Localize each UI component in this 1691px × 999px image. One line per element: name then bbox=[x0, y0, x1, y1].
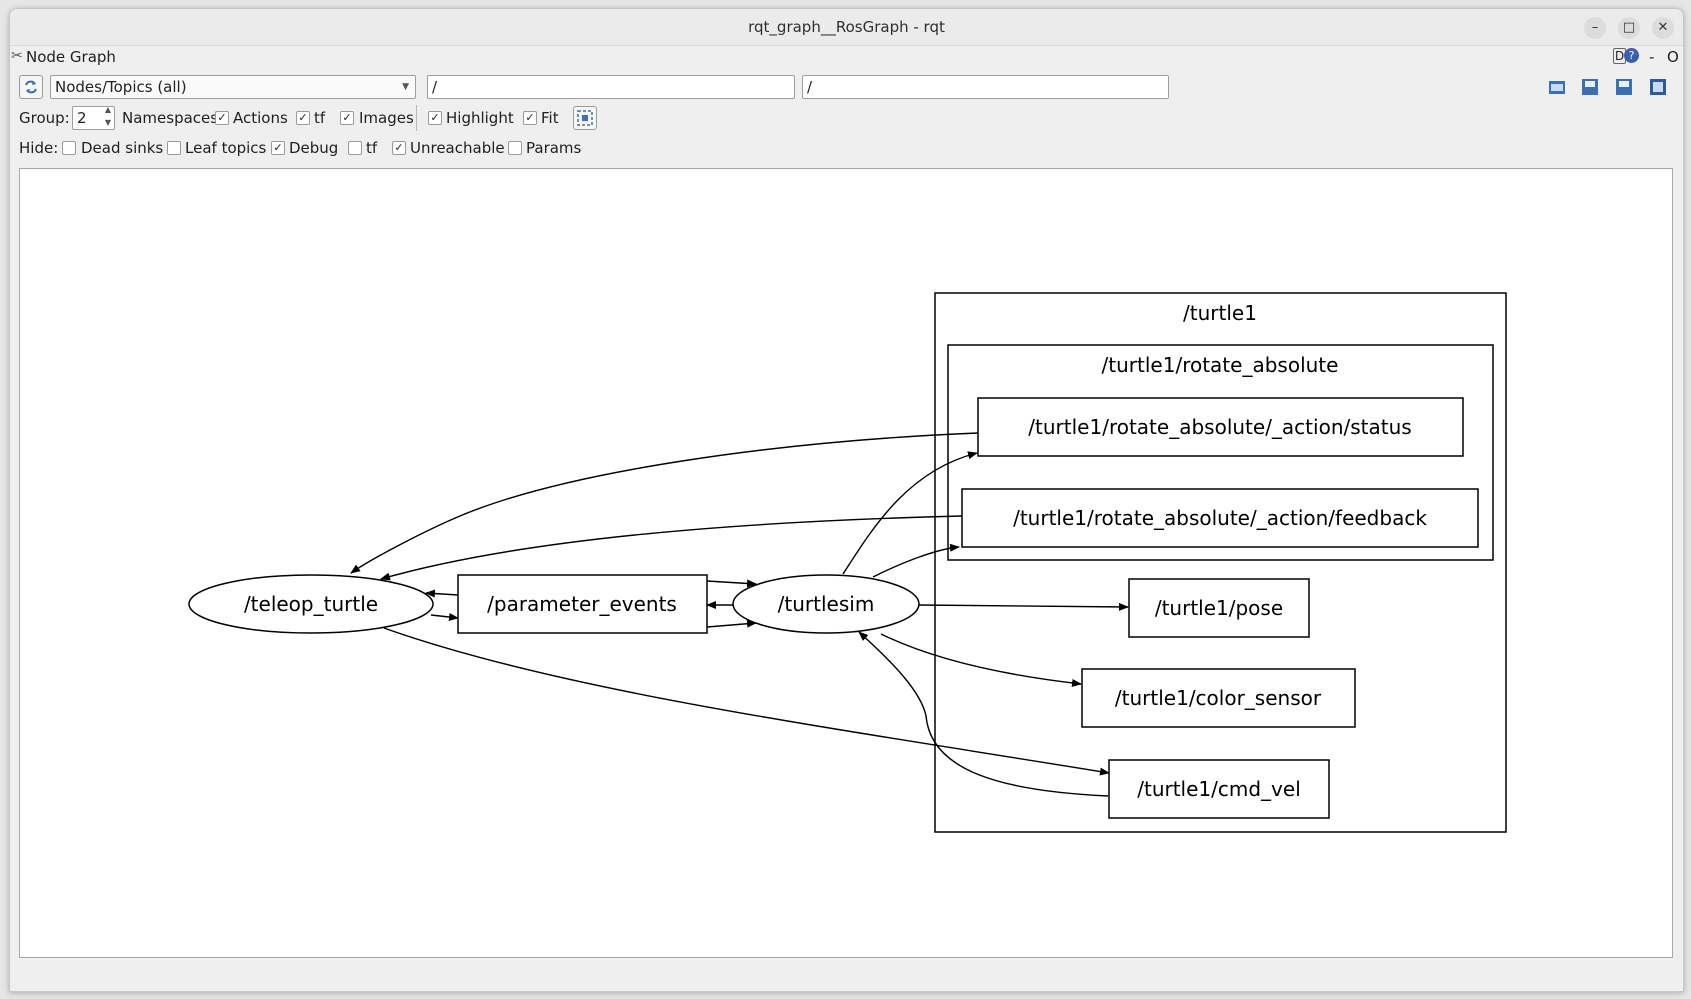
close-plugin-button[interactable]: O bbox=[1667, 48, 1679, 66]
cluster-rotate-absolute-label: /turtle1/rotate_absolute bbox=[1102, 353, 1339, 377]
unreachable-label: Unreachable bbox=[410, 139, 505, 157]
graph-mode-value: Nodes/Topics (all) bbox=[55, 78, 187, 96]
hide-options-row: Hide: Dead sinks Leaf topics ✓ Debug tf … bbox=[10, 136, 1683, 160]
highlight-checkbox[interactable]: ✓ bbox=[428, 111, 442, 125]
edge-status-to-teleop bbox=[350, 432, 979, 574]
debug-checkbox[interactable]: ✓ bbox=[271, 141, 285, 155]
rqt-window: rqt_graph__RosGraph - rqt – □ ✕ ✂ Node G… bbox=[9, 8, 1684, 992]
params-label: Params bbox=[526, 139, 582, 157]
hide-label: Hide: bbox=[19, 139, 59, 157]
refresh-icon bbox=[25, 80, 37, 94]
cluster-turtle1-label: /turtle1 bbox=[1183, 301, 1257, 325]
leaf-topics-checkbox[interactable] bbox=[167, 141, 181, 155]
topic-parameter-events-label: /parameter_events bbox=[487, 592, 677, 616]
topic-action-feedback[interactable]: /turtle1/rotate_absolute/_action/feedbac… bbox=[961, 488, 1479, 548]
edge-feedback-to-teleop bbox=[380, 515, 963, 581]
edge-teleop-to-params bbox=[430, 613, 459, 621]
hide-tf-checkbox[interactable] bbox=[348, 141, 362, 155]
fit-view-icon bbox=[577, 110, 593, 126]
edge-cmd-vel-to-turtlesim bbox=[858, 631, 1109, 797]
help-icon[interactable]: ? bbox=[1624, 48, 1639, 63]
filter-toolbar: Nodes/Topics (all) ▼ / / bbox=[10, 71, 1683, 101]
node-turtlesim[interactable]: /turtlesim bbox=[732, 574, 920, 634]
edge-turtlesim-to-feedback bbox=[872, 543, 960, 578]
topic-color-sensor-label: /turtle1/color_sensor bbox=[1115, 686, 1322, 710]
node-teleop-turtle[interactable]: /teleop_turtle bbox=[188, 574, 434, 634]
topic-action-status[interactable]: /turtle1/rotate_absolute/_action/status bbox=[977, 397, 1464, 457]
topic-filter-input[interactable]: / bbox=[802, 75, 1169, 99]
node-teleop-turtle-label: /teleop_turtle bbox=[244, 592, 378, 616]
edge-params-to-turtlesim-top bbox=[706, 579, 757, 588]
title-bar[interactable]: rqt_graph__RosGraph - rqt – □ ✕ bbox=[10, 9, 1683, 46]
dead-sinks-label: Dead sinks bbox=[81, 139, 164, 157]
minimize-plugin-button[interactable]: - bbox=[1649, 48, 1654, 66]
save-image-icon bbox=[1650, 79, 1666, 95]
tf-checkbox[interactable]: ✓ bbox=[296, 111, 310, 125]
edge-params-to-turtlesim-bottom bbox=[706, 619, 757, 628]
topic-color-sensor[interactable]: /turtle1/color_sensor bbox=[1081, 668, 1356, 728]
highlight-label: Highlight bbox=[446, 109, 514, 127]
topic-action-feedback-label: /turtle1/rotate_absolute/_action/feedbac… bbox=[1013, 506, 1427, 530]
ros-graph: /turtle1 /turtle1/rotate_absolute /teleo… bbox=[188, 292, 1507, 833]
actions-checkbox[interactable]: ✓ bbox=[215, 111, 229, 125]
close-icon[interactable]: ✕ bbox=[1652, 17, 1674, 39]
hide-tf-label: tf bbox=[366, 139, 378, 157]
save-dot-button[interactable] bbox=[1578, 75, 1602, 99]
edge-turtlesim-to-pose bbox=[918, 602, 1129, 611]
leaf-topics-label: Leaf topics bbox=[185, 139, 267, 157]
spin-arrows-icon[interactable]: ▲ ▼ bbox=[105, 103, 111, 129]
params-checkbox[interactable] bbox=[508, 141, 522, 155]
save-image-button[interactable] bbox=[1646, 75, 1670, 99]
refresh-button[interactable] bbox=[19, 75, 43, 99]
fit-checkbox[interactable]: ✓ bbox=[523, 111, 537, 125]
edge-teleop-to-cmd-vel bbox=[383, 627, 1110, 776]
node-filter-input[interactable]: / bbox=[427, 75, 795, 99]
fit-label: Fit bbox=[541, 109, 559, 127]
dead-sinks-checkbox[interactable] bbox=[62, 141, 76, 155]
topic-pose[interactable]: /turtle1/pose bbox=[1128, 578, 1310, 638]
debug-label: Debug bbox=[289, 139, 339, 157]
group-value: 2 bbox=[77, 109, 87, 127]
load-dot-button[interactable] bbox=[1545, 75, 1569, 99]
plugin-header: ✂ Node Graph D ? - O bbox=[10, 47, 1683, 69]
scissors-icon: ✂ bbox=[11, 48, 23, 64]
save-dot-icon bbox=[1582, 79, 1598, 95]
images-label: Images bbox=[359, 109, 414, 127]
open-file-icon bbox=[1549, 81, 1565, 94]
topic-parameter-events[interactable]: /parameter_events bbox=[457, 574, 708, 634]
actions-label: Actions bbox=[233, 109, 288, 127]
unreachable-checkbox[interactable]: ✓ bbox=[392, 141, 406, 155]
node-turtlesim-label: /turtlesim bbox=[778, 592, 875, 616]
save-svg-icon bbox=[1616, 79, 1632, 95]
window-title: rqt_graph__RosGraph - rqt bbox=[748, 18, 945, 36]
edge-turtlesim-to-status bbox=[842, 451, 978, 575]
group-label: Group: bbox=[19, 109, 70, 127]
chevron-down-icon: ▼ bbox=[402, 82, 409, 92]
images-checkbox[interactable]: ✓ bbox=[340, 111, 354, 125]
graph-canvas[interactable]: /turtle1 /turtle1/rotate_absolute /teleo… bbox=[19, 168, 1673, 958]
maximize-icon[interactable]: □ bbox=[1618, 17, 1640, 39]
edge-turtlesim-to-color-sensor bbox=[880, 633, 1082, 687]
topic-cmd-vel-label: /turtle1/cmd_vel bbox=[1137, 777, 1301, 801]
fit-in-view-button[interactable] bbox=[573, 106, 597, 130]
topic-cmd-vel[interactable]: /turtle1/cmd_vel bbox=[1108, 759, 1330, 819]
tf-label: tf bbox=[314, 109, 326, 127]
edge-params-to-teleop bbox=[425, 589, 459, 598]
minimize-icon[interactable]: – bbox=[1584, 17, 1606, 39]
graph-mode-dropdown[interactable]: Nodes/Topics (all) ▼ bbox=[50, 75, 416, 99]
namespaces-label: Namespaces bbox=[122, 109, 219, 127]
group-spinbox[interactable]: 2 ▲ ▼ bbox=[72, 103, 115, 130]
group-options-row: Group: 2 ▲ ▼ Namespaces ✓ Actions ✓ tf ✓ … bbox=[10, 104, 1683, 132]
topic-action-status-label: /turtle1/rotate_absolute/_action/status bbox=[1028, 415, 1411, 439]
save-svg-button[interactable] bbox=[1612, 75, 1636, 99]
topic-pose-label: /turtle1/pose bbox=[1155, 596, 1283, 620]
plugin-title: Node Graph bbox=[26, 48, 116, 66]
toolbar-separator bbox=[416, 105, 417, 131]
